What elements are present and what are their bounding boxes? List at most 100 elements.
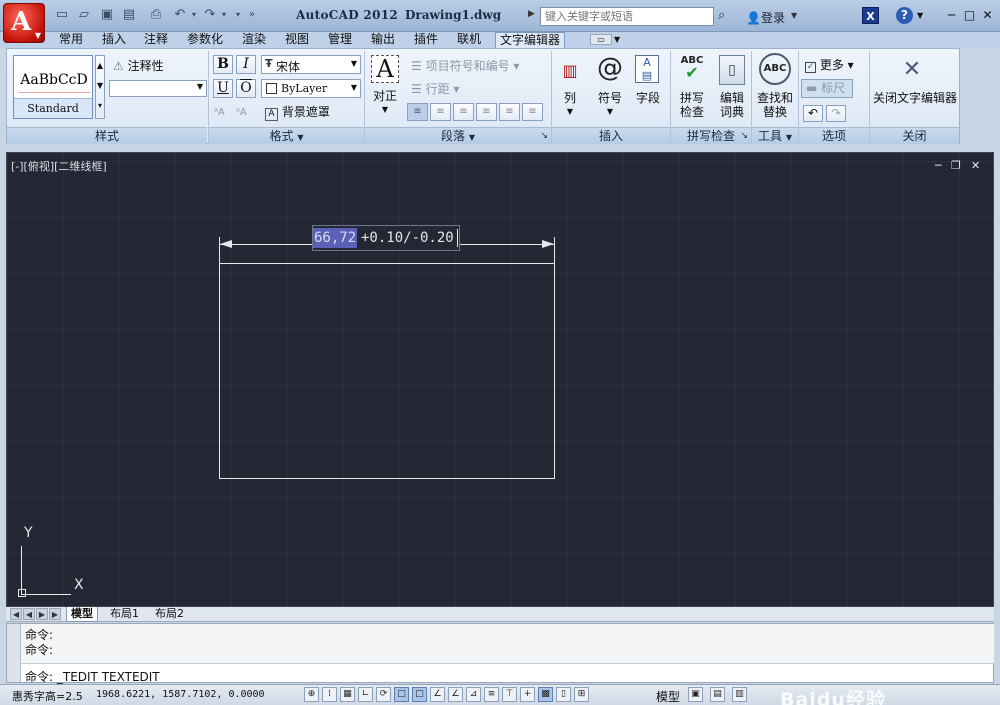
chevron-down-icon[interactable]: ▼ — [557, 105, 583, 119]
ribbon-display-toggle-icon[interactable]: ▭ — [590, 34, 612, 45]
infer-constraints-icon[interactable]: ⊕ — [304, 687, 319, 702]
italic-button[interactable]: I — [236, 55, 256, 74]
undo-dropdown-icon[interactable]: ▾ — [186, 7, 202, 23]
tab-annotate[interactable]: 注释 — [140, 32, 172, 48]
bullets-button[interactable]: ☰ 项目符号和编号 ▾ — [411, 59, 519, 73]
panel-title-paragraph[interactable]: 段落 ▼ ↘ — [365, 127, 551, 144]
search-input[interactable] — [540, 7, 714, 26]
bold-button[interactable]: B — [213, 55, 233, 74]
text-style-preview[interactable]: AaBbCcD Standard — [13, 55, 93, 119]
object-snap-tracking-icon[interactable]: ∠ — [430, 687, 445, 702]
snap-mode-icon[interactable]: ⁞ — [322, 687, 337, 702]
transparency-icon[interactable]: ⊤ — [502, 687, 517, 702]
quick-view-layouts-icon[interactable]: ▤ — [710, 687, 725, 702]
dictionary-label-2[interactable]: 词典 — [715, 105, 749, 119]
tab-output[interactable]: 输出 — [367, 32, 399, 48]
3d-object-snap-icon[interactable]: □ — [412, 687, 427, 702]
undo-icon[interactable]: ↶ — [803, 105, 823, 122]
justify-label[interactable]: 对正 — [369, 89, 401, 103]
quick-properties-icon[interactable]: + — [520, 687, 535, 702]
panel-title-close[interactable]: 关闭 — [870, 127, 959, 144]
polar-tracking-icon[interactable]: ⟳ — [376, 687, 391, 702]
tab-home[interactable]: 常用 — [55, 32, 87, 48]
dynamic-input-icon[interactable]: ⊿ — [466, 687, 481, 702]
open-folder-icon[interactable]: ▱ — [76, 7, 92, 23]
field-icon[interactable]: A ▤ — [635, 55, 659, 83]
redo-icon[interactable]: ↷ — [826, 105, 846, 122]
edit-dictionary-icon[interactable]: ▯ — [719, 55, 745, 85]
spellcheck-icon[interactable]: ABC ✔ — [677, 55, 707, 85]
chevron-down-icon[interactable]: ▼ — [917, 11, 923, 20]
workspace-icon[interactable]: ⊞ — [574, 687, 589, 702]
tab-layout1[interactable]: 布局1 — [106, 607, 143, 622]
object-snap-icon[interactable]: □ — [394, 687, 409, 702]
text-height-input[interactable]: ▼ — [109, 80, 207, 97]
layout-view-icon[interactable]: ▣ — [688, 687, 703, 702]
rectangle-shape[interactable] — [219, 263, 555, 479]
justify-icon[interactable]: ≡ — [476, 103, 497, 121]
print-icon[interactable]: ⎙ — [148, 7, 164, 23]
model-space-toggle[interactable]: 模型 — [656, 688, 680, 705]
drawing-canvas[interactable]: [-][俯视][二维线框] ─ ❐ ✕ 66,72 +0.10/-0.20 Y … — [6, 152, 994, 607]
dynamic-ucs-icon[interactable]: ∠ — [448, 687, 463, 702]
save-icon[interactable]: ▣ — [99, 7, 115, 23]
panel-title-format[interactable]: 格式 ▼ — [209, 127, 364, 144]
style-gallery-scroll[interactable]: ▲ ▼ ▾ — [95, 55, 105, 119]
distribute-icon[interactable]: ≡ — [499, 103, 520, 121]
tab-parametric[interactable]: 参数化 — [183, 32, 227, 48]
font-select[interactable]: Ŧ 宋体 ▼ — [261, 55, 361, 74]
coordinate-readout[interactable]: 1968.6221, 1587.7102, 0.0000 — [96, 689, 265, 700]
align-left-icon[interactable]: ≡ — [407, 103, 428, 121]
tab-view[interactable]: 视图 — [281, 32, 313, 48]
panel-title-style[interactable]: 样式 — [7, 127, 207, 144]
dictionary-label-1[interactable]: 编辑 — [715, 91, 749, 105]
overline-button[interactable]: O — [236, 79, 256, 98]
login-button[interactable]: 👤登录 — [746, 9, 785, 26]
align-center-icon[interactable]: ≡ — [430, 103, 451, 121]
chevron-down-icon[interactable]: ▼ — [593, 105, 627, 119]
align-right-icon[interactable]: ≡ — [453, 103, 474, 121]
prev-layout-icon[interactable]: ◀ — [23, 608, 35, 620]
close-icon[interactable]: ✕ — [980, 7, 995, 23]
viewport-minimize-icon[interactable]: ─ — [935, 159, 942, 172]
panel-title-options[interactable]: 选项 — [799, 127, 869, 144]
columns-icon[interactable]: ▥ — [561, 61, 579, 83]
color-select[interactable]: ByLayer ▼ — [261, 79, 361, 98]
find-replace-label-2[interactable]: 替换 — [753, 105, 797, 119]
field-label[interactable]: 字段 — [631, 91, 665, 105]
new-file-icon[interactable]: ▭ — [54, 7, 70, 23]
tab-insert[interactable]: 插入 — [98, 32, 130, 48]
find-replace-label-1[interactable]: 查找和 — [753, 91, 797, 105]
oblique-icon[interactable]: ᵃA — [236, 106, 247, 120]
tab-plugins[interactable]: 插件 — [410, 32, 442, 48]
line-spacing-button[interactable]: ☰ 行距 ▾ — [411, 82, 459, 96]
tolerance-text[interactable]: +0.10/-0.20 — [361, 228, 454, 248]
columns-label[interactable]: 列 — [557, 91, 583, 105]
more-commands-icon[interactable]: » — [244, 7, 260, 23]
annotation-monitor-icon[interactable]: ▯ — [556, 687, 571, 702]
tab-manage[interactable]: 管理 — [324, 32, 356, 48]
at-symbol-icon[interactable]: @ — [595, 53, 625, 83]
viewport-restore-icon[interactable]: ❐ — [951, 159, 961, 172]
background-mask-button[interactable]: A 背景遮罩 — [265, 105, 330, 121]
search-expand-icon[interactable]: ▶ — [528, 9, 535, 19]
chevron-down-icon[interactable]: ▼ — [791, 11, 797, 20]
tab-text-editor[interactable]: 文字编辑器 — [495, 32, 566, 48]
command-input[interactable]: 命令: _TEDIT TEXTEDIT — [25, 668, 160, 685]
chevron-down-icon[interactable]: ▼ — [614, 35, 620, 44]
symbol-label[interactable]: 符号 — [593, 91, 627, 105]
close-editor-label[interactable]: 关闭文字编辑器 — [869, 91, 961, 105]
command-window-grip[interactable] — [7, 624, 21, 682]
tab-render[interactable]: 渲染 — [238, 32, 270, 48]
dimension-text-editor[interactable]: 66,72 +0.10/-0.20 — [312, 225, 460, 251]
viewport-close-icon[interactable]: ✕ — [971, 159, 980, 172]
application-menu-button[interactable]: A ▼ — [3, 3, 45, 43]
justification-icon[interactable]: A — [371, 55, 399, 83]
save-as-icon[interactable]: ▤ — [121, 7, 137, 23]
panel-title-tools[interactable]: 工具 ▼ — [752, 127, 798, 144]
help-icon[interactable]: ? — [896, 7, 913, 24]
exchange-icon[interactable]: X — [862, 7, 879, 24]
ortho-mode-icon[interactable]: ∟ — [358, 687, 373, 702]
quick-view-drawings-icon[interactable]: ▥ — [732, 687, 747, 702]
next-layout-icon[interactable]: ▶ — [36, 608, 48, 620]
